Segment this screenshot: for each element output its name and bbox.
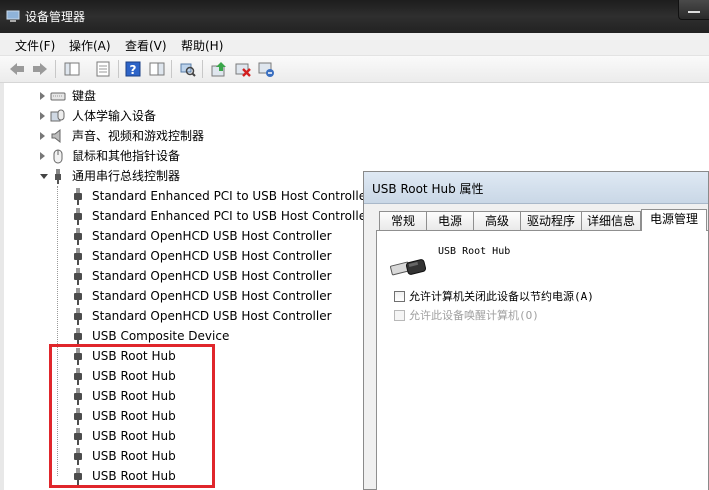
device-label: Standard OpenHCD USB Host Controller — [92, 249, 332, 263]
forward-icon[interactable] — [31, 60, 49, 78]
device-name: USB Root Hub — [438, 246, 511, 257]
power-management-panel: USB Root Hub 允许计算机关闭此设备以节约电源(A) 允许此设备唤醒计… — [376, 230, 708, 490]
category-label: 人体学输入设备 — [72, 109, 157, 123]
toolbar-separator — [118, 60, 119, 78]
highlight-box — [49, 344, 215, 488]
tab-advanced[interactable]: 高级 — [473, 211, 521, 230]
expand-icon[interactable] — [40, 132, 45, 140]
allow-power-off-checkbox[interactable]: 允许计算机关闭此设备以节约电源(A) — [394, 289, 709, 305]
expand-icon[interactable] — [40, 152, 45, 160]
usb-device-icon — [74, 208, 82, 225]
toolbar-separator — [171, 60, 172, 78]
device-label: Standard OpenHCD USB Host Controller — [92, 289, 332, 303]
uninstall-icon[interactable] — [234, 60, 252, 78]
menu-bar: 文件(F) 操作(A) 查看(V) 帮助(H) — [0, 33, 709, 56]
usb-device-icon — [74, 308, 82, 325]
minimize-button[interactable] — [678, 0, 709, 20]
tab-general[interactable]: 常规 — [379, 211, 427, 230]
svg-text:?: ? — [130, 63, 137, 77]
properties-dialog: USB Root Hub 属性 常规 电源 高级 驱动程序 详细信息 电源管理 … — [363, 171, 709, 490]
tab-strip: 常规 电源 高级 驱动程序 详细信息 电源管理 — [376, 209, 708, 231]
tab-power[interactable]: 电源 — [426, 211, 474, 230]
properties-icon[interactable] — [94, 60, 112, 78]
expand-icon[interactable] — [40, 112, 45, 120]
device-label: Standard Enhanced PCI to USB Host Contro… — [92, 189, 372, 203]
console-tree-icon[interactable] — [63, 60, 81, 78]
usb-device-icon — [74, 288, 82, 305]
toolbar-separator — [202, 60, 203, 78]
category-label: 声音、视频和游戏控制器 — [72, 129, 205, 143]
allow-wake-label: 允许此设备唤醒计算机(O) — [409, 309, 539, 322]
device-label: USB Composite Device — [92, 329, 230, 343]
toolbar-separator — [55, 60, 56, 78]
speaker-icon — [51, 128, 61, 144]
category-label: 鼠标和其他指针设备 — [72, 149, 181, 163]
usb-device-icon — [74, 328, 82, 345]
tab-driver[interactable]: 驱动程序 — [520, 211, 582, 230]
menu-file[interactable]: 文件(F) — [15, 37, 55, 54]
device-label: Standard OpenHCD USB Host Controller — [92, 309, 332, 323]
minimize-icon — [688, 11, 700, 13]
disable-icon[interactable] — [257, 60, 275, 78]
usb-controller-icon — [55, 169, 61, 184]
usb-device-icon — [74, 248, 82, 265]
mouse-icon — [53, 149, 63, 164]
keyboard-icon — [50, 92, 66, 101]
menu-help[interactable]: 帮助(H) — [181, 37, 223, 54]
menu-action[interactable]: 操作(A) — [69, 37, 111, 54]
usb-device-icon — [74, 228, 82, 245]
dialog-title: USB Root Hub 属性 — [372, 182, 484, 196]
scan-hardware-icon[interactable] — [178, 60, 196, 78]
checkbox-box — [394, 310, 405, 321]
collapse-icon[interactable] — [40, 174, 48, 179]
show-action-icon[interactable] — [148, 60, 166, 78]
device-label: Standard OpenHCD USB Host Controller — [92, 229, 332, 243]
tab-power-management[interactable]: 电源管理 — [641, 209, 707, 231]
usb-plug-icon — [390, 259, 427, 276]
window-titlebar: 设备管理器 — [0, 0, 709, 33]
allow-wake-checkbox: 允许此设备唤醒计算机(O) — [394, 308, 709, 324]
menu-view[interactable]: 查看(V) — [125, 37, 167, 54]
usb-device-icon — [74, 188, 82, 205]
help-icon[interactable]: ? — [124, 60, 142, 78]
category-label: 通用串行总线控制器 — [72, 169, 181, 183]
allow-power-off-label: 允许计算机关闭此设备以节约电源(A) — [409, 290, 594, 303]
back-icon[interactable] — [8, 60, 26, 78]
device-manager-icon — [6, 10, 20, 22]
update-driver-icon[interactable] — [210, 60, 228, 78]
expand-icon[interactable] — [40, 92, 45, 100]
hid-icon — [50, 109, 65, 122]
dialog-titlebar[interactable]: USB Root Hub 属性 — [364, 172, 708, 204]
window-title: 设备管理器 — [25, 10, 86, 24]
device-label: Standard OpenHCD USB Host Controller — [92, 269, 332, 283]
tab-details[interactable]: 详细信息 — [581, 211, 641, 230]
checkbox-box[interactable] — [394, 291, 405, 302]
category-label: 键盘 — [72, 89, 97, 103]
usb-device-icon — [74, 268, 82, 285]
device-label: Standard Enhanced PCI to USB Host Contro… — [92, 209, 372, 223]
toolbar: ? — [0, 56, 709, 83]
